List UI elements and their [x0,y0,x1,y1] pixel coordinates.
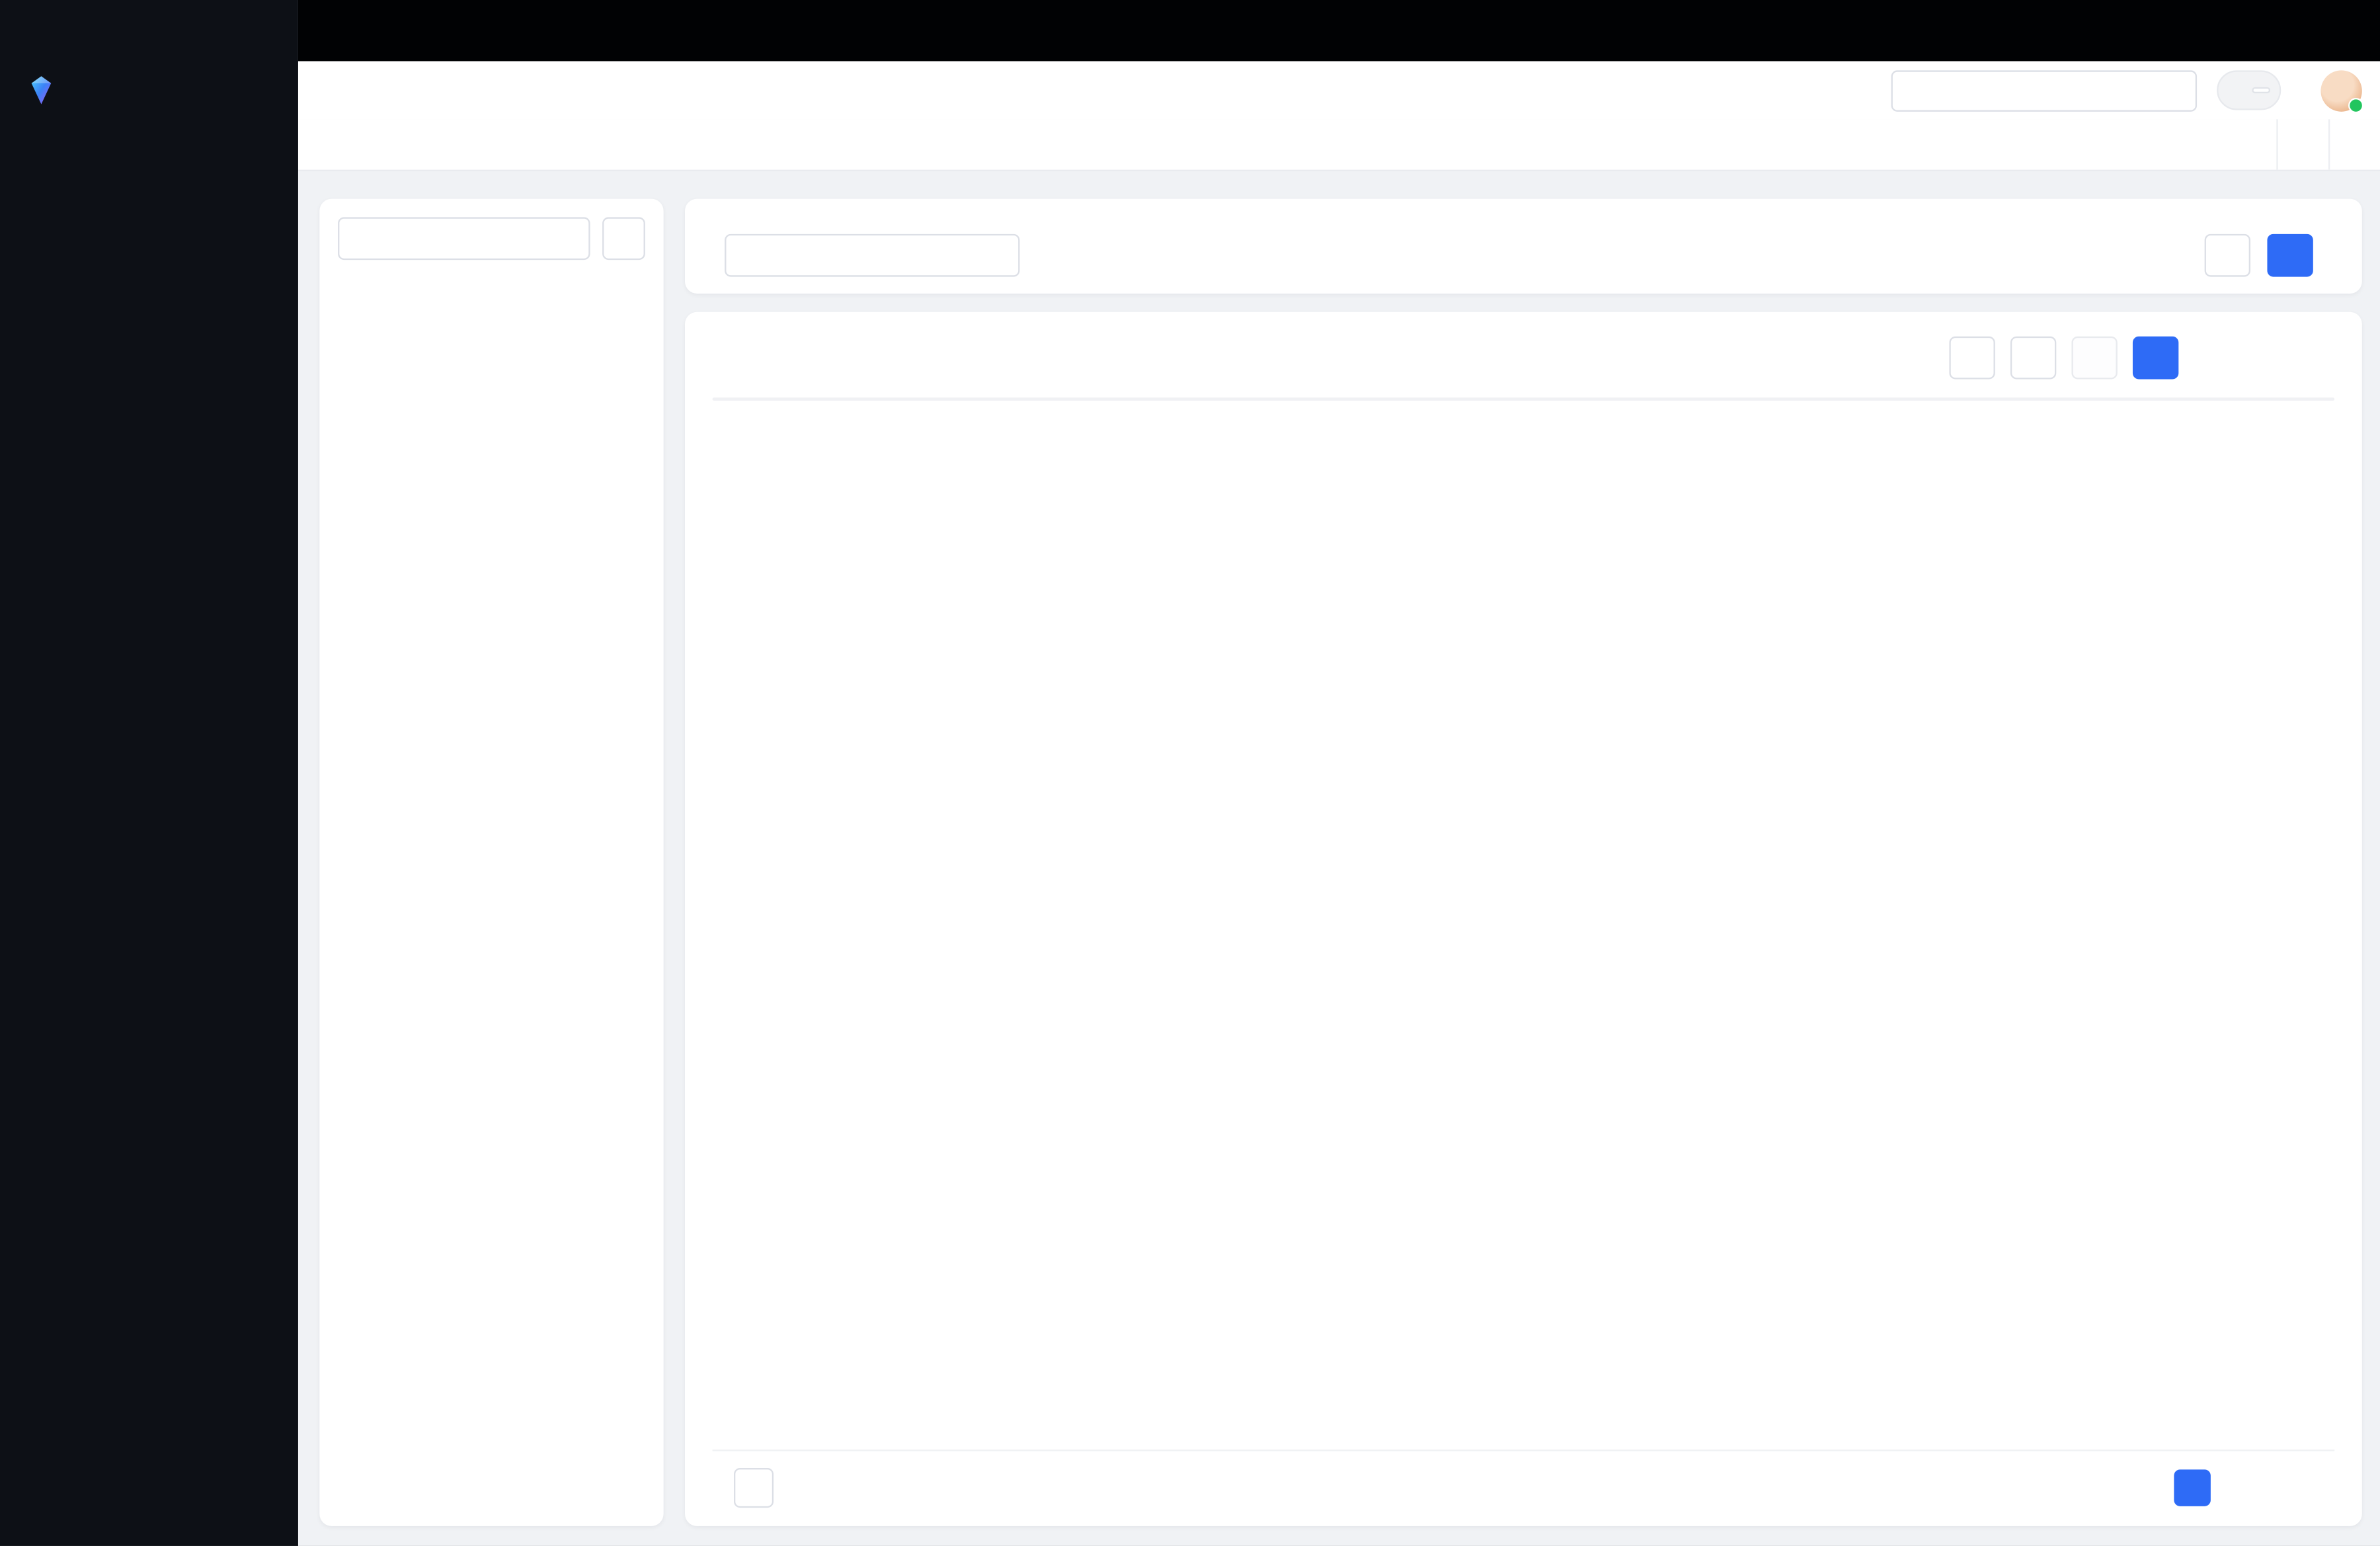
current-page[interactable] [2174,1469,2211,1506]
first-page-button[interactable] [2050,1471,2084,1505]
expand-table-button[interactable] [2246,339,2283,376]
topbar [298,61,2380,120]
tenant-select[interactable] [1891,69,2198,110]
import-button[interactable] [2010,337,2056,380]
add-button[interactable] [2133,337,2178,380]
filter-created-time [713,234,1020,277]
window-titlebar [298,0,2380,61]
tabbar-controls [2276,119,2380,169]
export-button[interactable] [1949,337,1995,380]
dept-tree-panel [319,199,663,1526]
pagination [2050,1469,2334,1506]
sidebar-menu [0,119,298,1490]
prev-pages-button[interactable] [2092,1471,2125,1505]
column-settings-button[interactable] [2298,339,2335,376]
prev-page-button[interactable] [2133,1471,2166,1505]
next-page-button[interactable] [2218,1471,2252,1505]
last-page-button[interactable] [2301,1471,2334,1505]
date-range-input[interactable] [725,234,1019,277]
sidebar [0,0,298,1546]
tree-refresh-button[interactable] [602,217,645,260]
user-avatar[interactable] [2320,69,2361,110]
user-table-panel [685,312,2362,1526]
content-area [298,171,2380,1546]
main-area [298,0,2380,1546]
app-logo [0,61,298,120]
filter-row-2 [713,234,2335,277]
filter-panel [685,199,2362,294]
sidebar-toggle-button[interactable] [317,70,356,110]
topbar-right [1891,69,2362,110]
tree-search-input[interactable] [338,217,590,260]
tab-bar [298,119,2380,171]
table-footer [713,1449,2335,1508]
search-shortcut [2252,87,2270,93]
sidebar-footer [0,1491,298,1546]
logo-icon [24,73,58,107]
global-search[interactable] [2217,70,2281,110]
reset-button[interactable] [2205,234,2250,277]
page-size-select[interactable] [734,1468,774,1508]
table-header [713,331,2335,386]
refresh-page-button[interactable] [356,70,396,110]
delete-button[interactable] [2071,337,2117,380]
next-pages-button[interactable] [2260,1471,2293,1505]
search-button[interactable] [2267,234,2313,277]
tab-options-button[interactable] [2276,119,2328,169]
table-toolbar [1949,337,2334,380]
filter-actions [2205,234,2335,277]
tree-search-row [338,217,645,260]
main-column [685,199,2362,1526]
user-table [713,397,2335,401]
refresh-table-button[interactable] [2194,339,2231,376]
app-window [0,0,2380,1546]
content-fullscreen-button[interactable] [2328,119,2380,169]
